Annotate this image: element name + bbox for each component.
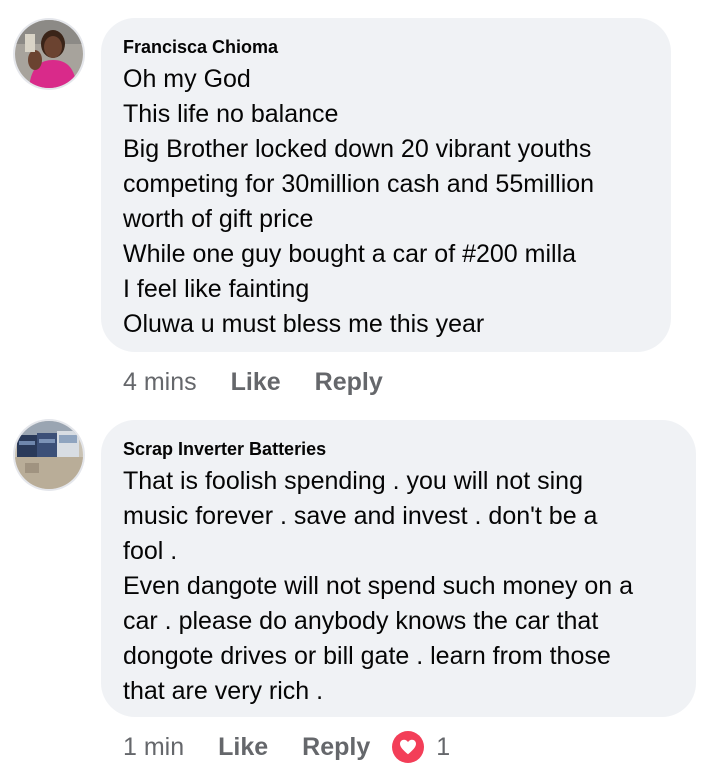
comment-text-line: music forever . save and invest . don't … — [123, 502, 598, 530]
heart-icon — [392, 731, 425, 763]
comment-text-line: This life no balance — [123, 100, 339, 128]
avatar[interactable] — [15, 421, 83, 489]
comment-timestamp[interactable]: 1 min — [123, 733, 184, 762]
reaction-summary[interactable]: 1 — [392, 731, 450, 763]
comment-text-line: fool . — [123, 537, 178, 565]
comment-text-line: car . please do anybody knows the car th… — [123, 607, 599, 635]
comment-text-line: dongote drives or bill gate . learn from… — [123, 642, 611, 670]
comment-text-line: competing for 30million cash and 55milli… — [123, 170, 595, 198]
comment-bubble: Francisca Chioma Oh my God This life no … — [101, 18, 671, 352]
comment-author[interactable]: Francisca Chioma — [123, 36, 649, 58]
profile-photo — [15, 20, 83, 88]
comment-text-line: Oluwa u must bless me this year — [123, 310, 485, 338]
comment-actions: 4 mins Like Reply — [123, 365, 383, 399]
comment-text-line: worth of gift price — [123, 205, 314, 233]
comment-actions: 1 min Like Reply 1 — [123, 730, 450, 764]
comment-text-line: While one guy bought a car of #200 milla — [123, 240, 577, 268]
avatar[interactable] — [15, 20, 83, 88]
comment-text-line: Big Brother locked down 20 vibrant youth… — [123, 135, 592, 163]
comment-text-line: Oh my God — [123, 65, 251, 93]
comment-timestamp[interactable]: 4 mins — [123, 368, 197, 397]
reply-button[interactable]: Reply — [315, 368, 383, 397]
comment-author[interactable]: Scrap Inverter Batteries — [123, 438, 674, 460]
like-button[interactable]: Like — [231, 368, 281, 397]
like-button[interactable]: Like — [218, 733, 268, 762]
reply-button[interactable]: Reply — [302, 733, 370, 762]
profile-photo — [15, 421, 83, 489]
reaction-count: 1 — [436, 732, 451, 761]
comment-text-line: That is foolish spending . you will not … — [123, 467, 583, 495]
comment-text-line: that are very rich . — [123, 677, 324, 705]
comment-text-line: Even dangote will not spend such money o… — [123, 572, 634, 600]
comment-text-line: I feel like fainting — [123, 275, 310, 303]
comment-bubble: Scrap Inverter Batteries That is foolish… — [101, 420, 696, 717]
